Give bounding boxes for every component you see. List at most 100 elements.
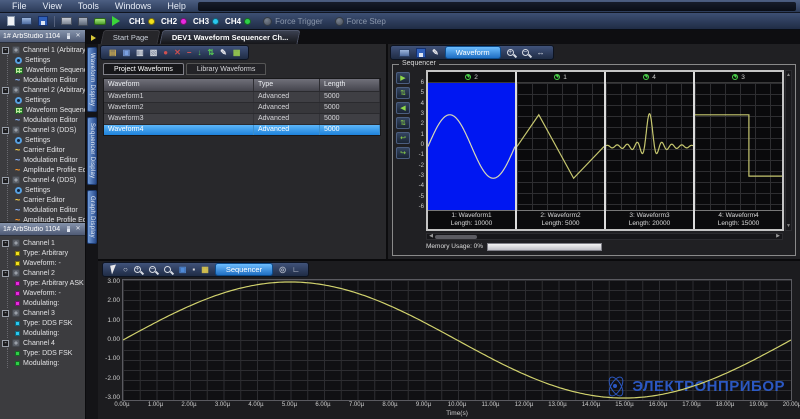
add-segment-button[interactable]: ▶: [396, 72, 410, 84]
sequence-segment-1[interactable]: 21: Waveform1Length: 10000: [428, 72, 517, 229]
scroll-left-arrow[interactable]: ◀: [427, 234, 435, 239]
tree-item-modulation-editor[interactable]: ~Modulation Editor: [15, 75, 85, 85]
cursor-tool-icon[interactable]: [110, 264, 118, 274]
table-row-waveform3[interactable]: Waveform3Advanced5000: [104, 113, 380, 124]
print-icon[interactable]: [61, 17, 72, 25]
sequencer-vertical-scrollbar[interactable]: ▲ ▼: [785, 70, 792, 231]
save-project-icon[interactable]: [38, 16, 48, 26]
waveform-view-button[interactable]: Waveform: [445, 46, 501, 59]
pan-tool-icon[interactable]: ○: [123, 265, 128, 275]
zoom-in-icon[interactable]: +: [507, 49, 514, 56]
open-sequence-icon[interactable]: [399, 49, 410, 57]
tree-item-type-arbitrary[interactable]: Type: Arbitrary: [15, 248, 85, 258]
tree-item-settings[interactable]: Settings: [15, 185, 85, 195]
scroll-down-arrow[interactable]: ▼: [786, 223, 791, 229]
zoom-in-icon[interactable]: +: [134, 266, 141, 273]
zoom-out-icon[interactable]: −: [522, 49, 529, 56]
expander-icon[interactable]: -: [2, 87, 9, 94]
connect-icon[interactable]: [94, 18, 106, 25]
close-icon[interactable]: ✕: [74, 225, 82, 233]
zoom-out-icon[interactable]: −: [149, 266, 156, 273]
tree-item-channel-3[interactable]: -Channel 3: [2, 308, 85, 318]
tree-item-settings[interactable]: Settings: [15, 95, 85, 105]
menu-file[interactable]: File: [4, 1, 35, 11]
sequencer-view-button[interactable]: Sequencer: [215, 263, 273, 276]
expander-icon[interactable]: -: [2, 340, 9, 347]
scrollbar-thumb[interactable]: [435, 235, 477, 239]
segment-waveform-area[interactable]: [517, 83, 604, 210]
tab-library-waveforms[interactable]: Library Waveforms: [186, 63, 266, 75]
new-project-icon[interactable]: [7, 16, 15, 26]
zoom-region-icon[interactable]: [164, 266, 171, 273]
tab-start-page[interactable]: Start Page: [101, 30, 161, 44]
edit-icon[interactable]: ✎: [432, 48, 439, 58]
open-project-icon[interactable]: [21, 17, 32, 25]
remove-icon[interactable]: −: [187, 48, 192, 58]
tree-item-waveform[interactable]: Waveform: -: [15, 258, 85, 268]
side-tab-sequencer-display[interactable]: Sequencer Display: [87, 117, 97, 184]
import-icon[interactable]: ▧: [150, 48, 158, 58]
tree-item-type-dds-fsk[interactable]: Type: DDS FSK: [15, 318, 85, 328]
validate-icon[interactable]: ✕: [174, 48, 181, 58]
graph-plot-area[interactable]: ЭЛЕКТРОНПРИБОР: [122, 279, 792, 401]
tree-item-channel-2-arbitrary[interactable]: -Channel 2 (Arbitrary): [2, 85, 85, 95]
tree-item-modulating[interactable]: Modulating:: [15, 358, 85, 368]
fit-width-icon[interactable]: ↔: [537, 48, 545, 58]
table-row-waveform4[interactable]: Waveform4Advanced5000: [104, 124, 380, 135]
tree-item-settings[interactable]: Settings: [15, 135, 85, 145]
tree-item-type-dds-fsk[interactable]: Type: DDS FSK: [15, 348, 85, 358]
expander-icon[interactable]: -: [2, 270, 9, 277]
tree-item-channel-2[interactable]: -Channel 2: [2, 268, 85, 278]
tree-item-amplitude-profile-editor[interactable]: ~Amplitude Profile Editor: [15, 165, 85, 175]
remove-segment-button[interactable]: ◀: [396, 102, 410, 114]
channel-button-ch4[interactable]: CH4: [222, 17, 254, 26]
tree-item-channel-1[interactable]: -Channel 1: [2, 238, 85, 248]
channel-button-ch2[interactable]: CH2: [158, 17, 190, 26]
swap-segment-button[interactable]: ⇅: [396, 117, 410, 129]
tab-project-waveforms[interactable]: Project Waveforms: [103, 63, 184, 75]
pin-icon[interactable]: [64, 32, 72, 40]
tree-item-channel-4-dds[interactable]: -Channel 4 (DDS): [2, 175, 85, 185]
edit-icon[interactable]: ✎: [220, 48, 227, 58]
measure-icon[interactable]: ∟: [292, 265, 300, 275]
column-header-waveform[interactable]: Waveform: [104, 79, 254, 91]
save-icon[interactable]: ▣: [123, 48, 131, 58]
snap-grid-icon[interactable]: ▦: [201, 265, 209, 275]
force-step-button[interactable]: Force Step: [332, 17, 389, 26]
tree-item-channel-3-dds[interactable]: -Channel 3 (DDS): [2, 125, 85, 135]
undo-button[interactable]: ↩: [396, 132, 410, 144]
column-header-type[interactable]: Type: [254, 79, 320, 91]
sequence-segment-2[interactable]: 12: Waveform2Length: 5000: [517, 72, 606, 229]
tree-item-modulation-editor[interactable]: ~Modulation Editor: [15, 205, 85, 215]
close-icon[interactable]: ✕: [74, 32, 82, 40]
segment-waveform-area[interactable]: [695, 83, 782, 210]
copy-icon[interactable]: ▥: [136, 48, 144, 58]
library-icon[interactable]: ▦: [233, 48, 241, 58]
menu-tools[interactable]: Tools: [70, 1, 107, 11]
sequencer-horizontal-scrollbar[interactable]: ◀ ▶: [426, 233, 783, 240]
channel-button-ch1[interactable]: CH1: [126, 17, 158, 26]
tree-item-channel-1-arbitrary[interactable]: -Channel 1 (Arbitrary): [2, 45, 85, 55]
side-tab-waveform-display[interactable]: Waveform Display: [87, 47, 97, 112]
table-row-waveform1[interactable]: Waveform1Advanced5000: [104, 91, 380, 102]
tree-item-modulation-editor[interactable]: ~Modulation Editor: [15, 155, 85, 165]
redo-button[interactable]: ↪: [396, 147, 410, 159]
expander-icon[interactable]: -: [2, 310, 9, 317]
download-icon[interactable]: ↓: [197, 48, 201, 58]
expander-icon[interactable]: -: [2, 47, 9, 54]
tab-dev1-waveform-sequencer-ch[interactable]: DEV1 Waveform Sequencer Ch...: [160, 30, 301, 44]
expander-icon[interactable]: -: [2, 177, 9, 184]
pin-icon[interactable]: [64, 225, 72, 233]
side-tab-graph-display[interactable]: Graph Display: [87, 190, 97, 244]
menu-windows[interactable]: Windows: [107, 1, 160, 11]
expander-icon[interactable]: -: [2, 240, 9, 247]
open-icon[interactable]: ▤: [109, 48, 117, 58]
tree-item-carrier-editor[interactable]: ~Carrier Editor: [15, 195, 85, 205]
run-button[interactable]: [112, 16, 120, 26]
tree-item-modulation-editor[interactable]: ~Modulation Editor: [15, 115, 85, 125]
tree-item-waveform-sequencer[interactable]: Waveform Sequencer: [15, 65, 85, 75]
tree-item-carrier-editor[interactable]: ~Carrier Editor: [15, 145, 85, 155]
sequence-segment-3[interactable]: 43: Waveform3Length: 20000: [606, 72, 695, 229]
tree-item-modulating[interactable]: Modulating:: [15, 328, 85, 338]
channel-button-ch3[interactable]: CH3: [190, 17, 222, 26]
